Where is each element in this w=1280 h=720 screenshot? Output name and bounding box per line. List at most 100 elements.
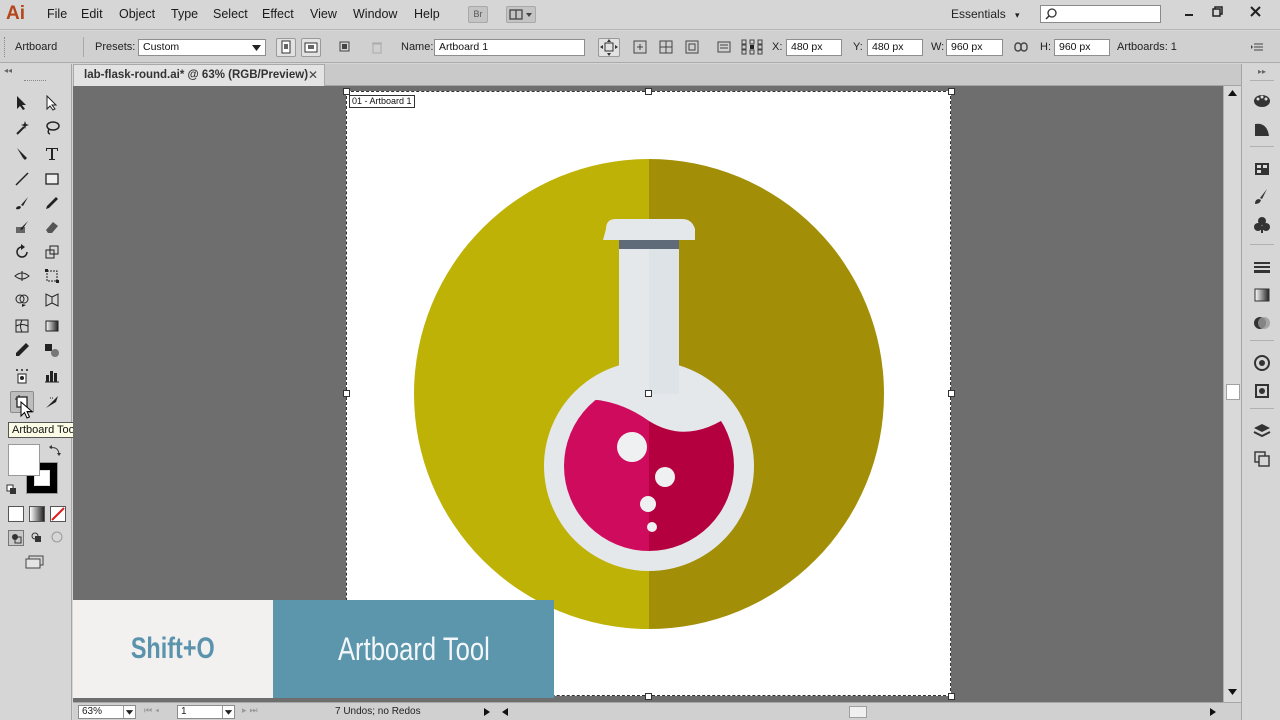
width-input[interactable]: 960 px [946,39,1003,56]
restore-button[interactable] [1206,4,1228,22]
shape-builder-tool[interactable] [10,289,34,311]
transparency-panel-icon[interactable] [1253,314,1271,332]
artboards-panel-icon[interactable] [1253,450,1271,468]
menu-view[interactable]: View [310,7,337,21]
pen-tool[interactable] [10,143,34,165]
artboard-options-button[interactable] [716,39,732,55]
layers-panel-icon[interactable] [1253,422,1271,440]
eyedropper-tool[interactable] [10,339,34,361]
menu-edit[interactable]: Edit [81,7,103,21]
vertical-scroll-thumb[interactable] [1226,384,1240,400]
slice-tool[interactable] [40,391,64,413]
close-icon[interactable]: ✕ [308,68,318,82]
symbol-sprayer-tool[interactable] [10,365,34,387]
none-mode-button[interactable] [50,506,66,522]
minimize-button[interactable] [1178,4,1200,22]
default-fill-stroke-icon[interactable] [6,484,18,496]
menu-window[interactable]: Window [353,7,397,21]
menu-select[interactable]: Select [213,7,248,21]
draw-inside-button[interactable] [50,530,66,546]
swatches-panel-icon[interactable] [1253,160,1271,178]
scale-tool[interactable] [40,241,64,263]
fill-color-swatch-front[interactable] [8,444,40,476]
menu-object[interactable]: Object [119,7,155,21]
constrain-proportions-button[interactable] [1013,39,1029,55]
menu-type[interactable]: Type [171,7,198,21]
line-segment-tool[interactable] [10,168,34,190]
direct-selection-tool[interactable] [40,92,64,114]
delete-artboard-button[interactable] [369,39,385,55]
gradient-tool[interactable] [40,315,64,337]
scroll-right-icon[interactable] [1209,707,1217,717]
resize-handle-bottom-right[interactable] [948,693,955,700]
artboard-name-input[interactable]: Artboard 1 [434,39,585,56]
eraser-tool[interactable] [40,216,64,238]
color-guide-icon[interactable] [1253,120,1271,138]
grip-handle[interactable] [4,37,7,57]
draw-behind-button[interactable] [29,530,45,546]
brushes-panel-icon[interactable] [1253,188,1271,206]
reference-point-button[interactable] [741,39,763,55]
screen-mode-button[interactable] [24,554,48,572]
resize-handle-top[interactable] [645,88,652,95]
pencil-tool[interactable] [40,192,64,214]
lasso-tool[interactable] [40,117,64,139]
scroll-left-icon[interactable] [501,707,509,717]
artboard-navigation-dropdown[interactable]: 1 [177,705,235,719]
close-window-button[interactable] [1244,4,1266,22]
column-graph-tool[interactable] [40,365,64,387]
resize-handle-right[interactable] [948,390,955,397]
resize-handle-bottom[interactable] [645,693,652,700]
blend-tool[interactable] [40,339,64,361]
free-transform-tool[interactable] [40,265,64,287]
horizontal-scroll-thumb[interactable] [849,706,867,718]
symbols-panel-icon[interactable] [1253,216,1271,234]
swap-fill-stroke-icon[interactable] [48,444,62,458]
move-with-artboard-button[interactable] [598,38,620,57]
x-position-input[interactable]: 480 px [786,39,842,56]
control-panel-menu-button[interactable] [1250,39,1266,55]
status-menu-arrow-icon[interactable] [483,707,491,717]
portrait-orientation-button[interactable] [276,38,296,57]
magic-wand-tool[interactable] [10,117,34,139]
draw-normal-button[interactable] [8,530,24,546]
color-panel-icon[interactable] [1253,92,1271,110]
document-tab[interactable]: lab-flask-round.ai* @ 63% (RGB/Preview) … [73,64,325,86]
gradient-mode-button[interactable] [29,506,45,522]
help-search-input[interactable] [1040,5,1161,23]
appearance-panel-icon[interactable] [1253,354,1271,372]
presets-dropdown[interactable]: Custom [138,39,266,56]
first-previous-artboard-icon[interactable]: ⏮◂ [144,705,162,716]
expand-panels-icon[interactable]: ▸▸ [1258,67,1266,76]
selection-tool[interactable] [10,92,34,114]
menu-effect[interactable]: Effect [262,7,294,21]
resize-handle-top-right[interactable] [948,88,955,95]
blob-brush-tool[interactable] [10,216,34,238]
resize-handle-top-left[interactable] [343,88,350,95]
scroll-up-icon[interactable] [1227,89,1238,97]
menu-help[interactable]: Help [414,7,440,21]
width-tool[interactable] [10,265,34,287]
resize-handle-left[interactable] [343,390,350,397]
arrange-documents-button[interactable] [506,6,536,23]
perspective-grid-tool[interactable] [40,289,64,311]
bridge-button[interactable]: Br [468,6,488,23]
color-mode-button[interactable] [8,506,24,522]
vertical-scrollbar[interactable] [1223,86,1241,702]
graphic-styles-panel-icon[interactable] [1253,382,1271,400]
show-cross-hairs-button[interactable] [658,39,674,55]
collapse-panel-icon[interactable]: ◂◂ [4,66,12,75]
type-tool[interactable] [40,143,64,165]
scroll-down-icon[interactable] [1227,688,1238,696]
menu-file[interactable]: File [47,7,67,21]
next-last-artboard-icon[interactable]: ▸⏭ [242,705,261,716]
rectangle-tool[interactable] [40,168,64,190]
rotate-tool[interactable] [10,241,34,263]
workspace-switcher[interactable]: Essentials ▾ [951,7,1020,21]
paintbrush-tool[interactable] [10,192,34,214]
gradient-panel-icon[interactable] [1253,286,1271,304]
new-artboard-button[interactable] [337,39,353,55]
center-point-handle[interactable] [645,390,652,397]
landscape-orientation-button[interactable] [301,38,321,57]
y-position-input[interactable]: 480 px [867,39,923,56]
